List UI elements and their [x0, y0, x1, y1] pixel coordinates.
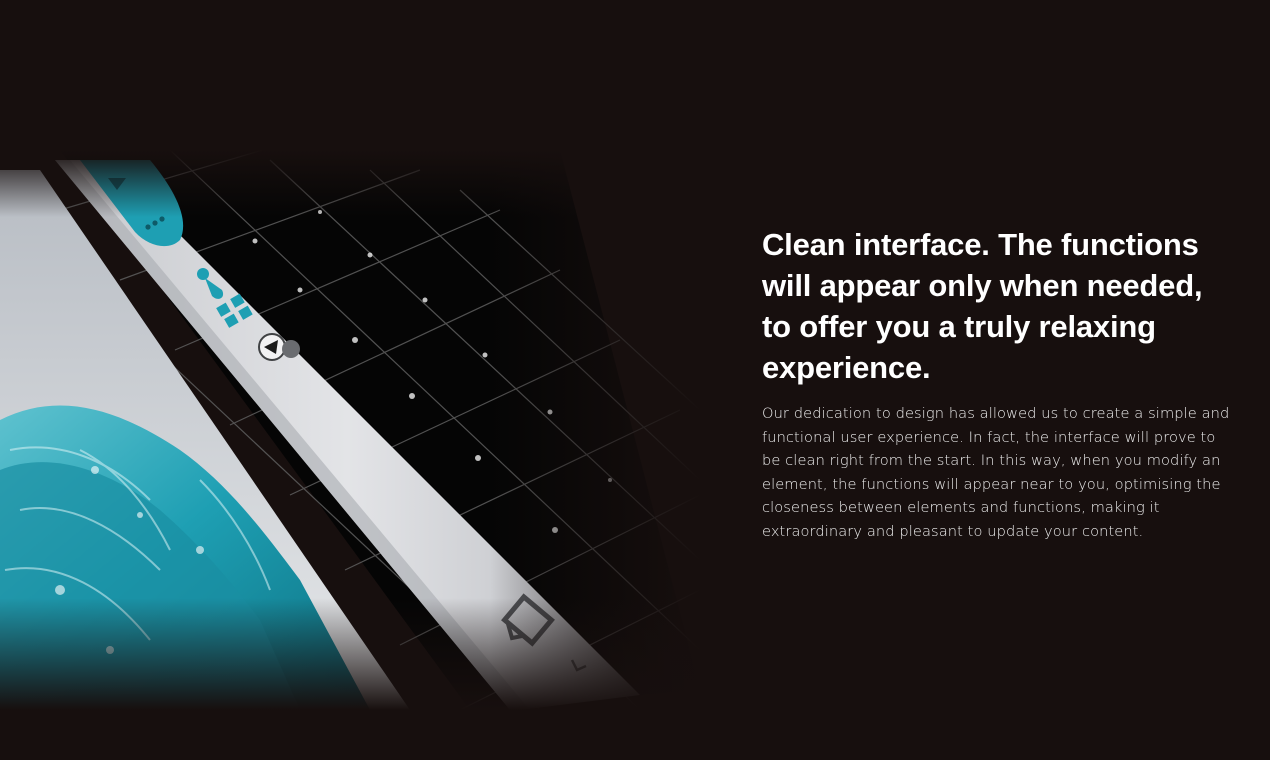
feature-copy: Clean interface. The functions will appe… — [762, 224, 1232, 543]
feature-headline: Clean interface. The functions will appe… — [762, 227, 1203, 385]
feature-section: Clean interface. The functions will appe… — [0, 0, 1270, 760]
feature-description: Our dedication to design has allowed us … — [762, 405, 1230, 540]
bottom-fade — [0, 150, 700, 710]
illustration-svg — [0, 150, 700, 710]
interface-illustration — [0, 150, 700, 710]
